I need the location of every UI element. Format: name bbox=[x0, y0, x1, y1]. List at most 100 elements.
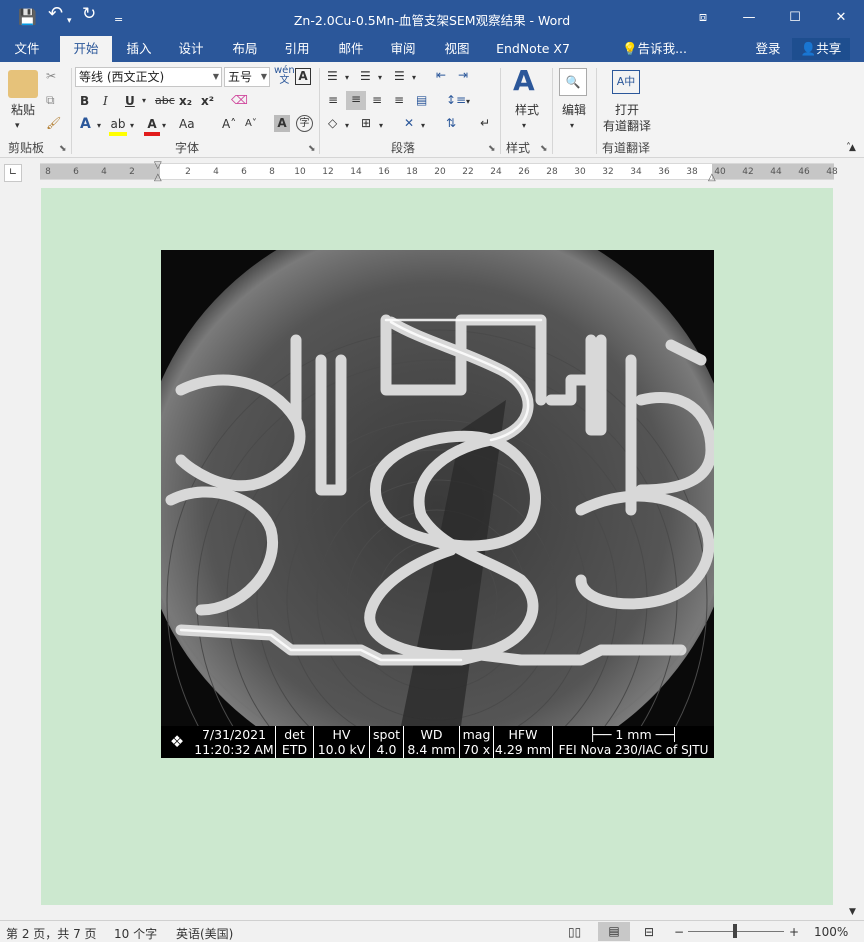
cut-icon[interactable]: ✂ bbox=[46, 68, 56, 84]
page-count[interactable]: 第 2 页，共 7 页 bbox=[6, 925, 97, 942]
maximize-button[interactable]: ☐ bbox=[772, 0, 818, 36]
bold-button[interactable]: B bbox=[80, 93, 89, 109]
styles-icon[interactable]: A bbox=[513, 66, 535, 96]
tab-layout[interactable]: 布局 bbox=[222, 36, 268, 62]
redo-icon[interactable]: ↻ bbox=[82, 5, 96, 23]
text-effects-icon[interactable]: A bbox=[80, 116, 91, 132]
enclose-characters-icon[interactable]: 字 bbox=[296, 115, 313, 132]
italic-button[interactable]: I bbox=[103, 93, 108, 109]
change-case-button[interactable]: Aa bbox=[179, 116, 195, 132]
close-button[interactable]: ✕ bbox=[818, 0, 864, 36]
zoom-out-icon[interactable]: − bbox=[674, 925, 684, 939]
undo-dropdown-icon[interactable]: ▾ bbox=[67, 12, 72, 30]
chevron-down-icon[interactable]: ▾ bbox=[345, 70, 349, 86]
chevron-down-icon[interactable]: ▾ bbox=[570, 118, 574, 134]
strikethrough-button[interactable]: abc bbox=[155, 93, 175, 109]
tab-view[interactable]: 视图 bbox=[434, 36, 480, 62]
zoom-in-icon[interactable]: + bbox=[789, 925, 799, 939]
chevron-down-icon[interactable]: ▾ bbox=[378, 70, 382, 86]
vertical-scrollbar[interactable]: ▲ ▼ bbox=[846, 138, 864, 920]
font-size-select[interactable]: 五号 ▼ bbox=[224, 67, 270, 87]
tab-mailings[interactable]: 邮件 bbox=[328, 36, 374, 62]
shrink-font-button[interactable]: A˅ bbox=[245, 116, 257, 132]
search-icon[interactable]: 🔍 bbox=[559, 68, 587, 96]
save-icon[interactable]: 💾 bbox=[18, 8, 37, 26]
chevron-down-icon[interactable]: ▾ bbox=[162, 118, 166, 134]
borders-icon[interactable]: ⊞ bbox=[361, 115, 371, 131]
font-launcher-icon[interactable]: ⬊ bbox=[308, 144, 316, 154]
phonetic-guide-icon[interactable]: wén 文 bbox=[274, 66, 295, 86]
language-indicator[interactable]: 英语(美国) bbox=[176, 925, 233, 942]
share-button[interactable]: 👤共享 bbox=[792, 38, 850, 60]
web-layout-icon[interactable]: ⊟ bbox=[644, 925, 654, 939]
word-count[interactable]: 10 个字 bbox=[114, 925, 157, 942]
chevron-down-icon[interactable]: ▾ bbox=[142, 93, 146, 109]
subscript-button[interactable]: x₂ bbox=[179, 93, 192, 109]
chevron-down-icon[interactable]: ▾ bbox=[345, 118, 349, 134]
character-shading-icon[interactable]: A bbox=[274, 115, 290, 132]
tell-me-box[interactable]: 💡告诉我... bbox=[622, 36, 696, 62]
character-border-icon[interactable]: A bbox=[295, 68, 311, 85]
tab-review[interactable]: 审阅 bbox=[380, 36, 426, 62]
bullets-icon[interactable]: ☰ bbox=[327, 68, 338, 84]
tab-endnote[interactable]: EndNote X7 bbox=[490, 36, 576, 62]
styles-button[interactable]: 样式 bbox=[512, 102, 542, 118]
show-marks-icon[interactable]: ↵ bbox=[480, 115, 490, 131]
minimize-button[interactable]: — bbox=[726, 0, 772, 36]
format-painter-icon[interactable]: 🖌 bbox=[46, 115, 61, 131]
highlight-icon[interactable]: ab bbox=[109, 116, 127, 136]
horizontal-ruler[interactable]: 8 6 4 2 2 4 6 8 10 12 14 16 18 20 22 24 26 28 30 32 34 36 38 40… bbox=[40, 160, 838, 183]
align-left-icon[interactable]: ≡ bbox=[328, 92, 338, 108]
distributed-icon[interactable]: ▤ bbox=[416, 92, 427, 108]
paste-icon[interactable] bbox=[8, 70, 38, 98]
undo-icon[interactable]: ↶ bbox=[48, 5, 63, 23]
copy-icon[interactable]: ⧉ bbox=[46, 92, 55, 108]
right-indent-marker[interactable]: △ bbox=[708, 170, 716, 186]
chinese-layout-icon[interactable]: ✕ bbox=[404, 115, 414, 131]
superscript-button[interactable]: x² bbox=[201, 93, 214, 109]
ribbon-display-options-button[interactable]: ⧈ bbox=[680, 0, 726, 36]
clear-formatting-icon[interactable]: ⌫ bbox=[231, 92, 248, 108]
zoom-level[interactable]: 100% bbox=[814, 925, 848, 939]
tab-home[interactable]: 开始 bbox=[60, 36, 112, 62]
chevron-down-icon[interactable]: ▾ bbox=[130, 118, 134, 134]
tab-insert[interactable]: 插入 bbox=[116, 36, 162, 62]
tab-file[interactable]: 文件 bbox=[4, 36, 50, 62]
underline-button[interactable]: U bbox=[125, 93, 135, 109]
tab-design[interactable]: 设计 bbox=[168, 36, 214, 62]
justify-icon[interactable]: ≡ bbox=[394, 92, 404, 108]
open-translate-button[interactable]: 打开 有道翻译 bbox=[602, 102, 652, 134]
translate-icon[interactable]: A中 bbox=[612, 70, 640, 94]
chevron-down-icon[interactable]: ▾ bbox=[522, 118, 526, 134]
sort-icon[interactable]: ⇅ bbox=[446, 115, 456, 131]
zoom-slider-thumb[interactable] bbox=[733, 924, 737, 938]
chevron-down-icon[interactable]: ▾ bbox=[466, 94, 470, 110]
line-spacing-icon[interactable]: ↕≡ bbox=[446, 92, 466, 108]
chevron-down-icon[interactable]: ▾ bbox=[379, 118, 383, 134]
numbering-icon[interactable]: ☰ bbox=[360, 68, 371, 84]
chevron-down-icon[interactable]: ▾ bbox=[412, 70, 416, 86]
decrease-indent-icon[interactable]: ⇤ bbox=[436, 67, 446, 83]
multilevel-list-icon[interactable]: ☰ bbox=[394, 68, 405, 84]
shading-icon[interactable]: ◇ bbox=[328, 115, 337, 131]
hanging-indent-marker[interactable]: △ bbox=[154, 170, 162, 186]
font-color-icon[interactable]: A bbox=[144, 116, 160, 136]
print-layout-icon[interactable]: ▤ bbox=[598, 922, 630, 941]
paste-button[interactable]: 粘贴 bbox=[6, 102, 40, 118]
font-name-select[interactable]: 等线 (西文正文) ▼ bbox=[75, 67, 222, 87]
tab-selector[interactable]: ∟ bbox=[4, 164, 22, 182]
paragraph-launcher-icon[interactable]: ⬊ bbox=[488, 144, 496, 154]
sign-in-link[interactable]: 登录 bbox=[748, 36, 788, 62]
center-icon[interactable]: ≡ bbox=[346, 91, 366, 110]
editing-button[interactable]: 编辑 bbox=[558, 102, 590, 118]
chevron-down-icon[interactable]: ▾ bbox=[97, 118, 101, 134]
paste-dropdown-icon[interactable]: ▾ bbox=[15, 118, 20, 134]
scroll-up-icon[interactable]: ▲ bbox=[849, 140, 856, 156]
read-mode-icon[interactable]: ▯▯ bbox=[568, 925, 581, 939]
customize-toolbar-icon[interactable]: = bbox=[114, 11, 123, 29]
styles-launcher-icon[interactable]: ⬊ bbox=[540, 144, 548, 154]
chevron-down-icon[interactable]: ▾ bbox=[421, 118, 425, 134]
clipboard-launcher-icon[interactable]: ⬊ bbox=[59, 144, 67, 154]
align-right-icon[interactable]: ≡ bbox=[372, 92, 382, 108]
tab-references[interactable]: 引用 bbox=[274, 36, 320, 62]
